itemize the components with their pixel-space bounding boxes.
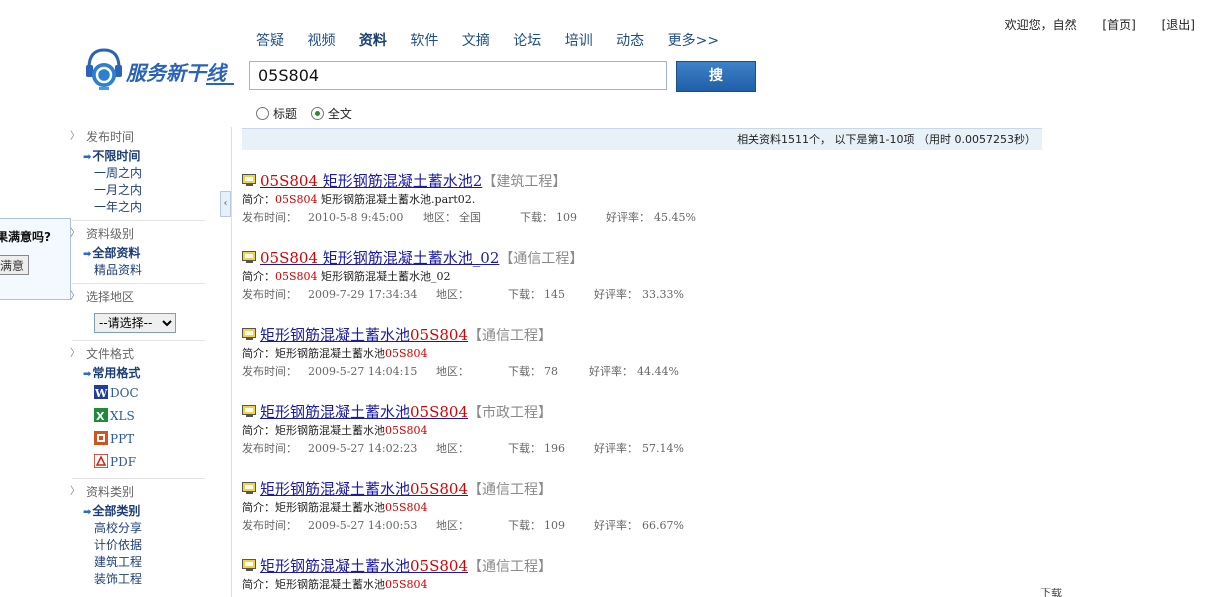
- result-summary: 简介：05S804 矩形钢筋混凝土蓄水池.part02.: [242, 193, 476, 206]
- computer-icon: [242, 403, 257, 417]
- filter-sidebar: 发布时间 不限时间 一周之内 一月之内 一年之内 资料级别 全部资料 精品资料 …: [70, 126, 205, 588]
- category-pricing[interactable]: 计价依据: [72, 537, 205, 554]
- result-item: 矩形钢筋混凝土蓄水池05S804【市政工程】 简介：矩形钢筋混凝土蓄水池05S8…: [242, 402, 1042, 459]
- result-meta: 发布时间： 2009-5-27 14:02:23 地区： 下载： 196 好评率： 5…: [242, 442, 684, 455]
- computer-icon: [242, 557, 257, 571]
- result-meta: 发布时间： 2009-5-27 14:04:15 地区： 下载： 78 好评率： 44…: [242, 365, 679, 378]
- radio-selected-icon: [310, 107, 324, 120]
- result-title-link[interactable]: 05S804 矩形钢筋混凝土蓄水池2: [260, 172, 482, 190]
- result-item: 矩形钢筋混凝土蓄水池05S804【通信工程】 简介：矩形钢筋混凝土蓄水池05S8…: [242, 325, 1042, 382]
- site-logo[interactable]: 服务新干线: [86, 46, 236, 92]
- scope-fulltext-option[interactable]: 全文: [310, 107, 352, 121]
- result-category[interactable]: 【通信工程】: [499, 251, 583, 267]
- result-title-link[interactable]: 矩形钢筋混凝土蓄水池05S804: [260, 403, 468, 421]
- powerpoint-icon: [94, 430, 108, 445]
- format-ppt[interactable]: PPT: [72, 428, 205, 451]
- nav-item-forum[interactable]: 论坛: [513, 33, 541, 49]
- result-summary: 简介：05S804 矩形钢筋混凝土蓄水池_02: [242, 270, 451, 283]
- svg-text:W: W: [94, 387, 108, 399]
- result-summary: 简介：矩形钢筋混凝土蓄水池05S804: [242, 347, 428, 360]
- time-filter-head[interactable]: 发布时间: [70, 126, 205, 148]
- browser-status-bar: 下载: [1000, 588, 1215, 597]
- excel-icon: X: [94, 407, 108, 423]
- computer-icon: [242, 326, 257, 340]
- search-button[interactable]: 搜 索: [676, 61, 756, 113]
- feedback-question: 果满意吗?: [0, 230, 51, 244]
- divider: [72, 283, 205, 284]
- divider: [72, 220, 205, 221]
- nav-item-news[interactable]: 动态: [616, 33, 644, 49]
- nav-item-resources[interactable]: 资料: [359, 33, 387, 49]
- level-all[interactable]: 全部资料: [72, 245, 205, 262]
- scope-title-option[interactable]: 标题: [256, 107, 297, 121]
- search-input[interactable]: [249, 61, 667, 90]
- result-summary: 简介：矩形钢筋混凝土蓄水池05S804: [242, 578, 428, 591]
- category-all[interactable]: 全部类别: [72, 503, 205, 520]
- result-category[interactable]: 【通信工程】: [468, 559, 552, 575]
- result-item: 05S804 矩形钢筋混凝土蓄水池_02【通信工程】 简介：05S804 矩形钢…: [242, 248, 1042, 305]
- nav-item-video[interactable]: 视频: [307, 33, 335, 49]
- welcome-text: 欢迎您，自然: [1004, 18, 1077, 32]
- result-title-link[interactable]: 矩形钢筋混凝土蓄水池05S804: [260, 326, 468, 344]
- sidebar-divider: [231, 127, 232, 597]
- result-meta: 发布时间： 2009-7-29 17:34:34 地区： 下载： 145 好评率： 3…: [242, 288, 684, 301]
- search-scope: 标题 全文: [256, 105, 352, 122]
- region-filter-head[interactable]: 选择地区: [70, 286, 205, 308]
- nav-item-more[interactable]: 更多>>: [668, 33, 719, 49]
- level-filter-head[interactable]: 资料级别: [70, 223, 205, 245]
- time-year[interactable]: 一年之内: [72, 199, 205, 216]
- category-filter-head[interactable]: 资料类别: [70, 481, 205, 503]
- result-category[interactable]: 【市政工程】: [468, 405, 552, 421]
- nav-item-digest[interactable]: 文摘: [462, 33, 490, 49]
- divider: [72, 478, 205, 479]
- feedback-satisfied-button[interactable]: 满意: [0, 255, 29, 275]
- result-summary: 简介：矩形钢筋混凝土蓄水池05S804: [242, 424, 428, 437]
- radio-icon: [256, 107, 269, 120]
- result-title-link[interactable]: 矩形钢筋混凝土蓄水池05S804: [260, 557, 468, 575]
- region-select[interactable]: --请选择--: [94, 313, 176, 333]
- result-item: 05S804 矩形钢筋混凝土蓄水池2【建筑工程】 简介：05S804 矩形钢筋混…: [242, 171, 1042, 228]
- time-month[interactable]: 一月之内: [72, 182, 205, 199]
- computer-icon: [242, 249, 257, 263]
- user-bar: 欢迎您，自然 [首页] [退出]: [1005, 16, 1195, 33]
- result-category[interactable]: 【通信工程】: [468, 482, 552, 498]
- level-premium[interactable]: 精品资料: [72, 262, 205, 279]
- category-campus[interactable]: 高校分享: [72, 520, 205, 537]
- time-week[interactable]: 一周之内: [72, 165, 205, 182]
- computer-icon: [242, 480, 257, 494]
- download-status[interactable]: 下载: [1040, 588, 1062, 597]
- feedback-widget: 果满意吗? 满意: [0, 218, 71, 300]
- nav-item-software[interactable]: 软件: [410, 33, 438, 49]
- result-title-link[interactable]: 05S804 矩形钢筋混凝土蓄水池_02: [260, 249, 499, 267]
- logout-link[interactable]: [退出]: [1162, 18, 1195, 32]
- computer-icon: [242, 172, 257, 186]
- format-common[interactable]: 常用格式: [72, 365, 205, 382]
- format-xls[interactable]: X XLS: [72, 405, 205, 428]
- result-category[interactable]: 【建筑工程】: [482, 174, 566, 190]
- result-title-link[interactable]: 矩形钢筋混凝土蓄水池05S804: [260, 480, 468, 498]
- divider: [72, 340, 205, 341]
- nav-item-training[interactable]: 培训: [565, 33, 593, 49]
- main-nav: 答疑 视频 资料 软件 文摘 论坛 培训 动态 更多>>: [256, 30, 738, 50]
- result-category[interactable]: 【通信工程】: [468, 328, 552, 344]
- pdf-icon: [93, 453, 109, 469]
- result-summary: 简介：矩形钢筋混凝土蓄水池05S804: [242, 501, 428, 514]
- result-stats: 相关资料1511个， 以下是第1-10项 （用时 0.0057253秒）: [242, 128, 1042, 150]
- category-decoration[interactable]: 装饰工程: [72, 571, 205, 588]
- logo-text: 服务新干线: [125, 61, 229, 85]
- word-icon: W: [94, 384, 108, 400]
- result-item: 矩形钢筋混凝土蓄水池05S804【通信工程】 简介：矩形钢筋混凝土蓄水池05S8…: [242, 479, 1042, 536]
- time-any[interactable]: 不限时间: [72, 148, 205, 165]
- format-doc[interactable]: W DOC: [72, 382, 205, 405]
- svg-text:X: X: [96, 410, 105, 422]
- result-meta: 发布时间： 2010-5-8 9:45:00 地区： 全国 下载： 109 好评率： 4…: [242, 211, 696, 224]
- result-item: 矩形钢筋混凝土蓄水池05S804【通信工程】 简介：矩形钢筋混凝土蓄水池05S8…: [242, 556, 1042, 593]
- home-link[interactable]: [首页]: [1102, 18, 1135, 32]
- result-meta: 发布时间： 2009-5-27 14:00:53 地区： 下载： 109 好评率： 6…: [242, 519, 684, 532]
- collapse-sidebar-icon[interactable]: ‹: [220, 191, 231, 217]
- format-filter-head[interactable]: 文件格式: [70, 343, 205, 365]
- nav-item-qa[interactable]: 答疑: [256, 33, 284, 49]
- format-pdf[interactable]: PDF: [72, 451, 205, 474]
- category-building[interactable]: 建筑工程: [72, 554, 205, 571]
